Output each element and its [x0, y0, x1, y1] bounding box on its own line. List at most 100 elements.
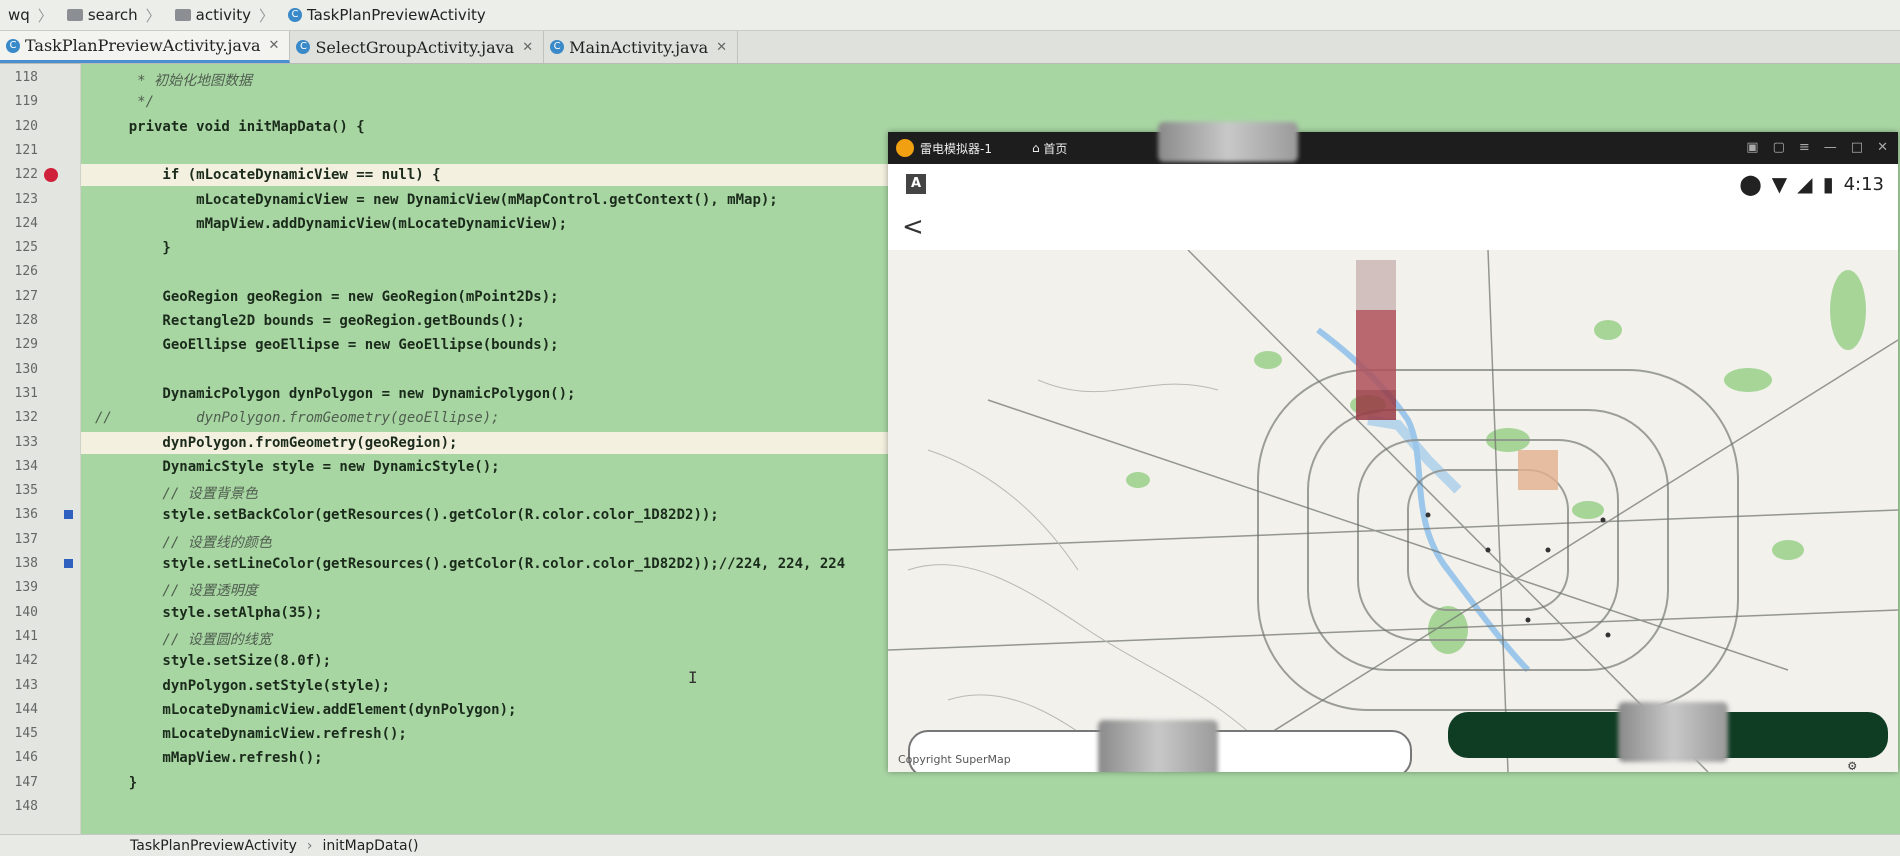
line-number[interactable]: 124 [0, 216, 38, 231]
tab-mainactivity[interactable]: C MainActivity.java ✕ [544, 31, 739, 63]
line-number[interactable]: 139 [0, 580, 38, 595]
code-line[interactable]: } [95, 240, 170, 256]
line-number[interactable]: 130 [0, 362, 38, 377]
line-number[interactable]: 135 [0, 483, 38, 498]
code-line[interactable]: mMapView.addDynamicView(mLocateDynamicVi… [95, 216, 567, 232]
line-number[interactable]: 147 [0, 775, 38, 790]
code-line[interactable]: // dynPolygon.fromGeometry(geoEllipse); [95, 410, 500, 426]
bookmark-icon[interactable] [64, 510, 73, 520]
code-line[interactable]: mLocateDynamicView.addElement(dynPolygon… [95, 702, 516, 718]
line-number[interactable]: 127 [0, 289, 38, 304]
close-icon[interactable]: ✕ [716, 40, 727, 55]
phone-status-bar: A ⬤ ▼ ◢ ▮ 4:13 [888, 164, 1898, 204]
line-number[interactable]: 123 [0, 192, 38, 207]
code-line[interactable]: // 设置线的颜色 [95, 532, 271, 552]
close-icon[interactable]: ✕ [1877, 140, 1888, 155]
line-number[interactable]: 118 [0, 70, 38, 85]
code-line[interactable]: DynamicPolygon dynPolygon = new DynamicP… [95, 386, 575, 402]
tab-label: SelectGroupActivity.java [315, 37, 515, 57]
breadcrumb-item-search[interactable]: search 〉 [66, 5, 167, 26]
code-line[interactable]: GeoRegion geoRegion = new GeoRegion(mPoi… [95, 289, 558, 305]
code-line[interactable]: mLocateDynamicView = new DynamicView(mMa… [95, 192, 778, 208]
code-line[interactable]: private void initMapData() { [95, 119, 365, 135]
breadcrumb-label: TaskPlanPreviewActivity [306, 6, 486, 24]
status-method-name[interactable]: initMapData() [322, 838, 418, 854]
code-line[interactable]: if (mLocateDynamicView == null) { [95, 167, 440, 183]
code-line[interactable]: } [95, 775, 137, 791]
breadcrumb-item-class[interactable]: C TaskPlanPreviewActivity [287, 6, 486, 24]
gear-icon[interactable]: ⚙ [1848, 758, 1872, 847]
status-class-name[interactable]: TaskPlanPreviewActivity [130, 838, 297, 854]
line-number[interactable]: 143 [0, 678, 38, 693]
line-number[interactable]: 133 [0, 435, 38, 450]
line-number-gutter[interactable]: 118 119 120 121 122 123 124 125 126 127 128 129 130 1… [0, 64, 81, 834]
map-view[interactable]: Copyright SuperMap [888, 250, 1898, 772]
minimize-icon[interactable]: — [1824, 140, 1837, 155]
line-number[interactable]: 122 [0, 167, 38, 182]
line-number[interactable]: 129 [0, 337, 38, 352]
code-line[interactable]: // 设置圆的线宽 [95, 629, 271, 649]
code-line[interactable]: // 设置透明度 [95, 580, 257, 600]
code-line[interactable]: DynamicStyle style = new DynamicStyle(); [95, 459, 499, 475]
code-line[interactable]: */ [95, 94, 154, 110]
line-number[interactable]: 144 [0, 702, 38, 717]
line-number[interactable]: 119 [0, 94, 38, 109]
editor-tabs: C TaskPlanPreviewActivity.java ✕ C Selec… [0, 31, 1900, 64]
code-line[interactable]: style.setSize(8.0f); [95, 653, 331, 669]
blurred-region [1618, 702, 1728, 762]
folder-icon [174, 9, 191, 21]
maximize-icon[interactable]: □ [1851, 140, 1863, 155]
line-number[interactable]: 120 [0, 119, 38, 134]
line-number[interactable]: 148 [0, 799, 38, 814]
line-number[interactable]: 125 [0, 240, 38, 255]
close-icon[interactable]: ✕ [522, 40, 533, 55]
line-number[interactable]: 146 [0, 750, 38, 765]
code-line[interactable]: style.setBackColor(getResources().getCol… [95, 507, 718, 523]
line-number[interactable]: 126 [0, 264, 38, 279]
phone-time: 4:13 [1843, 173, 1884, 195]
emulator-window[interactable]: 雷电模拟器-1 ⌂ 首页 ▣ ▢ ≡ — □ ✕ A ⬤ ▼ ◢ ▮ 4:13 … [888, 122, 1898, 772]
line-number[interactable]: 138 [0, 556, 38, 571]
line-number[interactable]: 142 [0, 653, 38, 668]
map-canvas [888, 250, 1898, 772]
tab-taskplanpreview[interactable]: C TaskPlanPreviewActivity.java ✕ [0, 31, 291, 63]
code-line[interactable]: GeoEllipse geoEllipse = new GeoEllipse(b… [95, 337, 558, 353]
line-number[interactable]: 121 [0, 143, 38, 158]
code-line[interactable]: mLocateDynamicView.refresh(); [95, 726, 406, 742]
line-number[interactable]: 145 [0, 726, 38, 741]
c-class-icon: C [550, 40, 565, 54]
breadcrumb-item-activity[interactable]: activity 〉 [174, 5, 280, 26]
line-number[interactable]: 131 [0, 386, 38, 401]
code-line[interactable]: mMapView.refresh(); [95, 750, 322, 766]
line-number[interactable]: 140 [0, 605, 38, 620]
line-number[interactable]: 137 [0, 532, 38, 547]
code-line[interactable]: style.setAlpha(35); [95, 605, 322, 621]
line-number[interactable]: 136 [0, 507, 38, 522]
code-line[interactable]: style.setLineColor(getResources().getCol… [95, 556, 845, 572]
chevron-right-icon: 〉 [145, 6, 161, 25]
settings-icon[interactable]: ▢ [1773, 140, 1785, 155]
menu-icon[interactable]: ≡ [1799, 140, 1810, 155]
chevron-right-icon: 〉 [258, 6, 274, 25]
tab-selectgroup[interactable]: C SelectGroupActivity.java ✕ [290, 31, 545, 63]
code-line[interactable]: dynPolygon.setStyle(style); [95, 678, 390, 694]
ide-window: wq 〉 search 〉 activity 〉 C TaskPlanPrevi… [0, 0, 1900, 856]
line-number[interactable]: 134 [0, 459, 38, 474]
code-line[interactable]: dynPolygon.fromGeometry(geoRegion); [95, 435, 457, 451]
breadcrumb-item-project[interactable]: wq 〉 [8, 5, 59, 26]
line-number[interactable]: 141 [0, 629, 38, 644]
breadcrumb-label: search [87, 6, 138, 24]
line-number[interactable]: 128 [0, 313, 38, 328]
gamepad-icon[interactable]: ▣ [1746, 140, 1758, 155]
close-icon[interactable]: ✕ [269, 38, 280, 53]
code-line[interactable]: * 初始化地图数据 [95, 70, 252, 90]
code-line[interactable]: Rectangle2D bounds = geoRegion.getBounds… [95, 313, 524, 329]
code-line[interactable]: // 设置背景色 [95, 483, 257, 503]
chevron-right-icon: › [306, 837, 313, 854]
emulator-title: 雷电模拟器-1 [920, 141, 992, 156]
breakpoint-icon[interactable] [44, 168, 58, 183]
line-number[interactable]: 132 [0, 410, 38, 425]
bookmark-icon[interactable] [64, 559, 73, 568]
emulator-home-button[interactable]: ⌂ 首页 [1032, 140, 1067, 157]
back-arrow-icon[interactable]: < [902, 212, 924, 242]
